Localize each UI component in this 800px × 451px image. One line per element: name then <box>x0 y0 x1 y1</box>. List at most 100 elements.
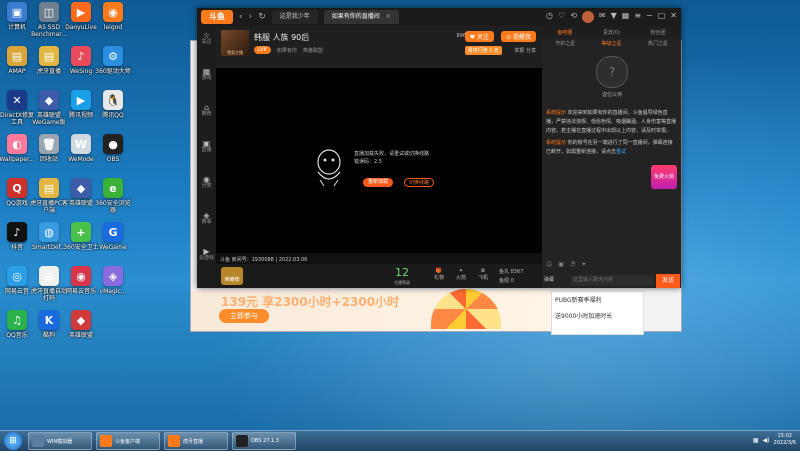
taskbar-app-icon <box>32 435 44 447</box>
app-icon: ◎ <box>7 266 27 286</box>
taskbar-item-label: 虎牙直播 <box>183 438 204 445</box>
chat-tabs-primary: 鱼吧圈 贵宾(0) 粉丝团 <box>542 26 681 38</box>
user-avatar[interactable] <box>581 11 594 23</box>
leftnav-item[interactable]: ☆ 关注 <box>197 32 216 46</box>
settings-icon[interactable]: ≡ <box>634 11 641 23</box>
guard-slot[interactable]: ? 虚位以待 <box>592 56 632 98</box>
taskbar-item[interactable]: OBS 27.1.3 <box>232 432 296 450</box>
desktop-icon[interactable]: ◆ 英雄联盟 <box>62 310 100 339</box>
plane-icon[interactable]: ✿ 飞机 <box>476 268 490 281</box>
room-info: 斗鱼 房间号：1930088 | 2022.03.06 <box>220 257 308 263</box>
app-icon: G <box>103 222 123 242</box>
volume-icon[interactable]: ◀) <box>763 437 770 444</box>
leftnav-label: 直播 <box>201 147 212 153</box>
leftnav-label: 分类 <box>201 183 212 189</box>
network-icon[interactable]: ▦ <box>753 437 759 444</box>
leftnav-item[interactable]: ◈ 赛事 <box>197 212 216 226</box>
leftnav-label: 推荐 <box>201 111 212 117</box>
history-icon[interactable]: ⟲ <box>570 11 577 23</box>
leftnav-icon: ▦ <box>202 67 211 76</box>
danmu-toggle[interactable]: 弹幕 <box>544 276 554 283</box>
close-tab-icon[interactable]: ✕ <box>386 13 391 20</box>
leftnav-label: 赛事 <box>201 219 212 225</box>
grid-icon[interactable]: ▦ <box>622 11 630 23</box>
leftnav-label: 关注 <box>201 39 212 45</box>
pubg-card[interactable]: PUBG新赛季福利 送9000小时加速时长 <box>551 291 644 335</box>
app-icon: ◆ <box>39 90 59 110</box>
follow-button[interactable]: ♥ 关注 <box>464 31 494 42</box>
start-button[interactable]: ⊞ <box>4 432 22 450</box>
leftnav-item[interactable]: ◉ 分类 <box>197 176 216 190</box>
refresh-icon[interactable]: ↻ <box>258 12 266 22</box>
chat-tab[interactable]: 鱼吧圈 <box>557 29 572 36</box>
tab-1[interactable]: 这是我少年 <box>271 10 318 24</box>
promo-button[interactable]: 立即参与 <box>219 309 269 323</box>
taskbar-item-label: WIN模拟器 <box>47 438 73 445</box>
rocket-icon[interactable]: ✦ 火箭 <box>454 268 468 281</box>
chat-tab[interactable]: 守护之星 <box>555 40 575 47</box>
emoji-icon[interactable]: ☺ <box>546 261 552 268</box>
app-icon: ♪ <box>7 222 27 242</box>
chat-toolbar: ☺ ▣ ♬ ✦ <box>546 261 586 268</box>
leftnav-item[interactable]: ⌂ 推荐 <box>197 104 216 118</box>
gift-small-icon[interactable]: ✦ <box>581 261 586 268</box>
heart-icon[interactable]: ♡ <box>558 11 565 23</box>
mic-icon[interactable]: ♬ <box>570 261 575 268</box>
tab-2[interactable]: 如果有你的直播间 ✕ <box>323 10 399 24</box>
retry-link[interactable]: 重试 <box>616 149 626 155</box>
reload-button[interactable]: 重新加载 <box>363 178 393 187</box>
desktop-icon[interactable]: G WeGame <box>94 222 132 251</box>
forward-icon[interactable]: › <box>249 12 253 22</box>
chat-tab[interactable]: 等级之星 <box>601 40 621 47</box>
desktop-icon[interactable]: ⚙ 360驱动大师 <box>94 46 132 75</box>
leftnav-item[interactable]: ▶ 云游戏 <box>197 248 216 262</box>
trophy-button[interactable]: 荣耀榜 <box>221 267 243 285</box>
streamer-thumbnail[interactable]: 雪梨主播 <box>221 30 249 56</box>
leftnav-label: 游戏 <box>201 75 212 81</box>
taskbar-app-icon <box>236 435 248 447</box>
leftnav-item[interactable]: ▣ 直播 <box>197 140 216 154</box>
share-links[interactable]: 举报 分享 <box>514 47 536 54</box>
anchor-name[interactable]: 如果有你 <box>277 47 297 54</box>
level-badge: LV6 <box>254 46 271 54</box>
back-icon[interactable]: ‹ <box>239 12 243 22</box>
taskbar-item[interactable]: 斗鱼客户端 <box>96 432 160 450</box>
leftnav-icon: ☆ <box>202 31 211 40</box>
clock-icon[interactable]: ◷ <box>546 11 553 23</box>
app-icon: ● <box>103 134 123 154</box>
gift-icon[interactable]: 🎁 礼物 <box>432 268 446 281</box>
desktop-icon-label: 360安全浏览器 <box>95 200 131 214</box>
app-icon: W <box>71 134 91 154</box>
taskbar-item[interactable]: 虎牙直播 <box>164 432 228 450</box>
chat-tab[interactable]: 热门之星 <box>648 40 668 47</box>
image-icon[interactable]: ▣ <box>558 261 564 268</box>
send-button[interactable]: 发送 <box>656 274 680 288</box>
leftnav-item[interactable]: ▦ 游戏 <box>197 68 216 82</box>
leftnav-icon: ◉ <box>203 175 210 184</box>
error-mascot-icon <box>317 149 341 187</box>
clock[interactable]: 15:02 2022/3/6 <box>774 433 796 447</box>
close-icon[interactable]: ✕ <box>670 11 677 23</box>
desktop-icon[interactable]: ◉ leigod <box>94 2 132 31</box>
taskbar-app-icon <box>168 435 180 447</box>
taskbar-item[interactable]: WIN模拟器 <box>28 432 92 450</box>
switch-line-button[interactable]: 切换线路 <box>404 178 434 187</box>
minimize-icon[interactable]: − <box>646 11 653 23</box>
alert-button[interactable]: ⊙ 提醒我 <box>501 31 536 42</box>
desktop-icon[interactable]: ● OBS <box>94 134 132 163</box>
free-rocket-badge[interactable]: 免费火箭 <box>651 165 677 189</box>
chat-tab[interactable]: 贵宾(0) <box>603 29 620 36</box>
desktop-icon[interactable]: ◈ vMagic... <box>94 266 132 295</box>
desktop-icon[interactable]: e 360安全浏览器 <box>94 178 132 214</box>
stream-title: 韩服 人族 90后 <box>254 33 310 42</box>
category-link[interactable]: 英雄联盟 <box>303 47 323 54</box>
shirt-icon[interactable]: ▼ <box>611 11 617 23</box>
video-player[interactable]: 直播加载失败，请重试或切换线路 错误码：2.5 重新加载 切换线路 <box>216 68 542 253</box>
chat-input[interactable] <box>570 275 654 286</box>
mail-icon[interactable]: ✉ <box>599 11 606 23</box>
desktop-icon[interactable]: 🐧 腾讯QQ <box>94 90 132 119</box>
chat-tabs-secondary: 守护之星 等级之星 热门之星 <box>542 38 681 49</box>
rank-badge[interactable]: 周排行榜 1 名 <box>464 46 502 55</box>
maximize-icon[interactable]: □ <box>658 11 666 23</box>
chat-tab[interactable]: 粉丝团 <box>651 29 666 36</box>
